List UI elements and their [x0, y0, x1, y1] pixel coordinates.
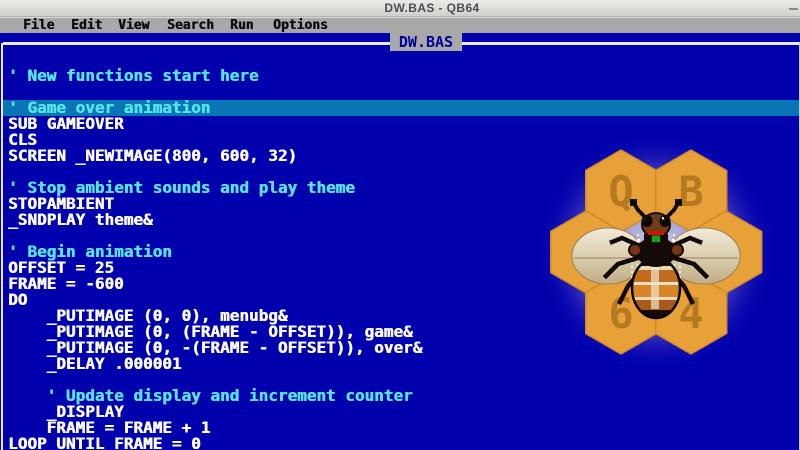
window-titlebar[interactable]: DW.BAS - QB64 — [0, 0, 800, 17]
qb64-window: DW.BAS - QB64 File Edit View Search Run Optio… — [0, 0, 800, 450]
code-line[interactable]: ' New functions start here — [3, 68, 799, 84]
code-line[interactable]: SUB GAMEOVER — [3, 116, 799, 132]
file-tab-label: DW.BAS — [398, 33, 454, 51]
code-line[interactable]: LOOP UNTIL FRAME = 0 — [3, 436, 799, 450]
minimize-icon[interactable] — [789, 8, 798, 10]
frame-border-top-right — [462, 42, 800, 45]
menu-item-search[interactable]: Search — [167, 18, 214, 33]
menu-bar: File Edit View Search Run Options — [0, 17, 800, 33]
code-line[interactable]: SCREEN _NEWIMAGE(800, 600, 32) — [3, 148, 799, 164]
code-area: ' New functions start here ' Game over an… — [3, 68, 799, 450]
window-title: DW.BAS - QB64 — [384, 1, 480, 15]
editor-panel: Q B 6 4 DW.BAS ' New functions start her… — [0, 33, 800, 450]
code-line[interactable]: ' Stop ambient sounds and play theme — [3, 180, 799, 196]
code-line[interactable]: FRAME = -600 — [3, 276, 799, 292]
frame-border-top-left — [3, 42, 390, 45]
code-line[interactable]: _SNDPLAY theme& — [3, 212, 799, 228]
menu-item-options[interactable]: Options — [273, 18, 328, 33]
menu-item-edit[interactable]: Edit — [71, 18, 102, 33]
menu-item-file[interactable]: File — [23, 18, 54, 33]
code-line[interactable]: ' Begin animation — [3, 244, 799, 260]
menu-item-view[interactable]: View — [118, 18, 149, 33]
menu-item-run[interactable]: Run — [230, 18, 253, 33]
code-line[interactable]: _DELAY .000001 — [3, 356, 799, 372]
file-tab[interactable]: DW.BAS — [390, 33, 462, 51]
